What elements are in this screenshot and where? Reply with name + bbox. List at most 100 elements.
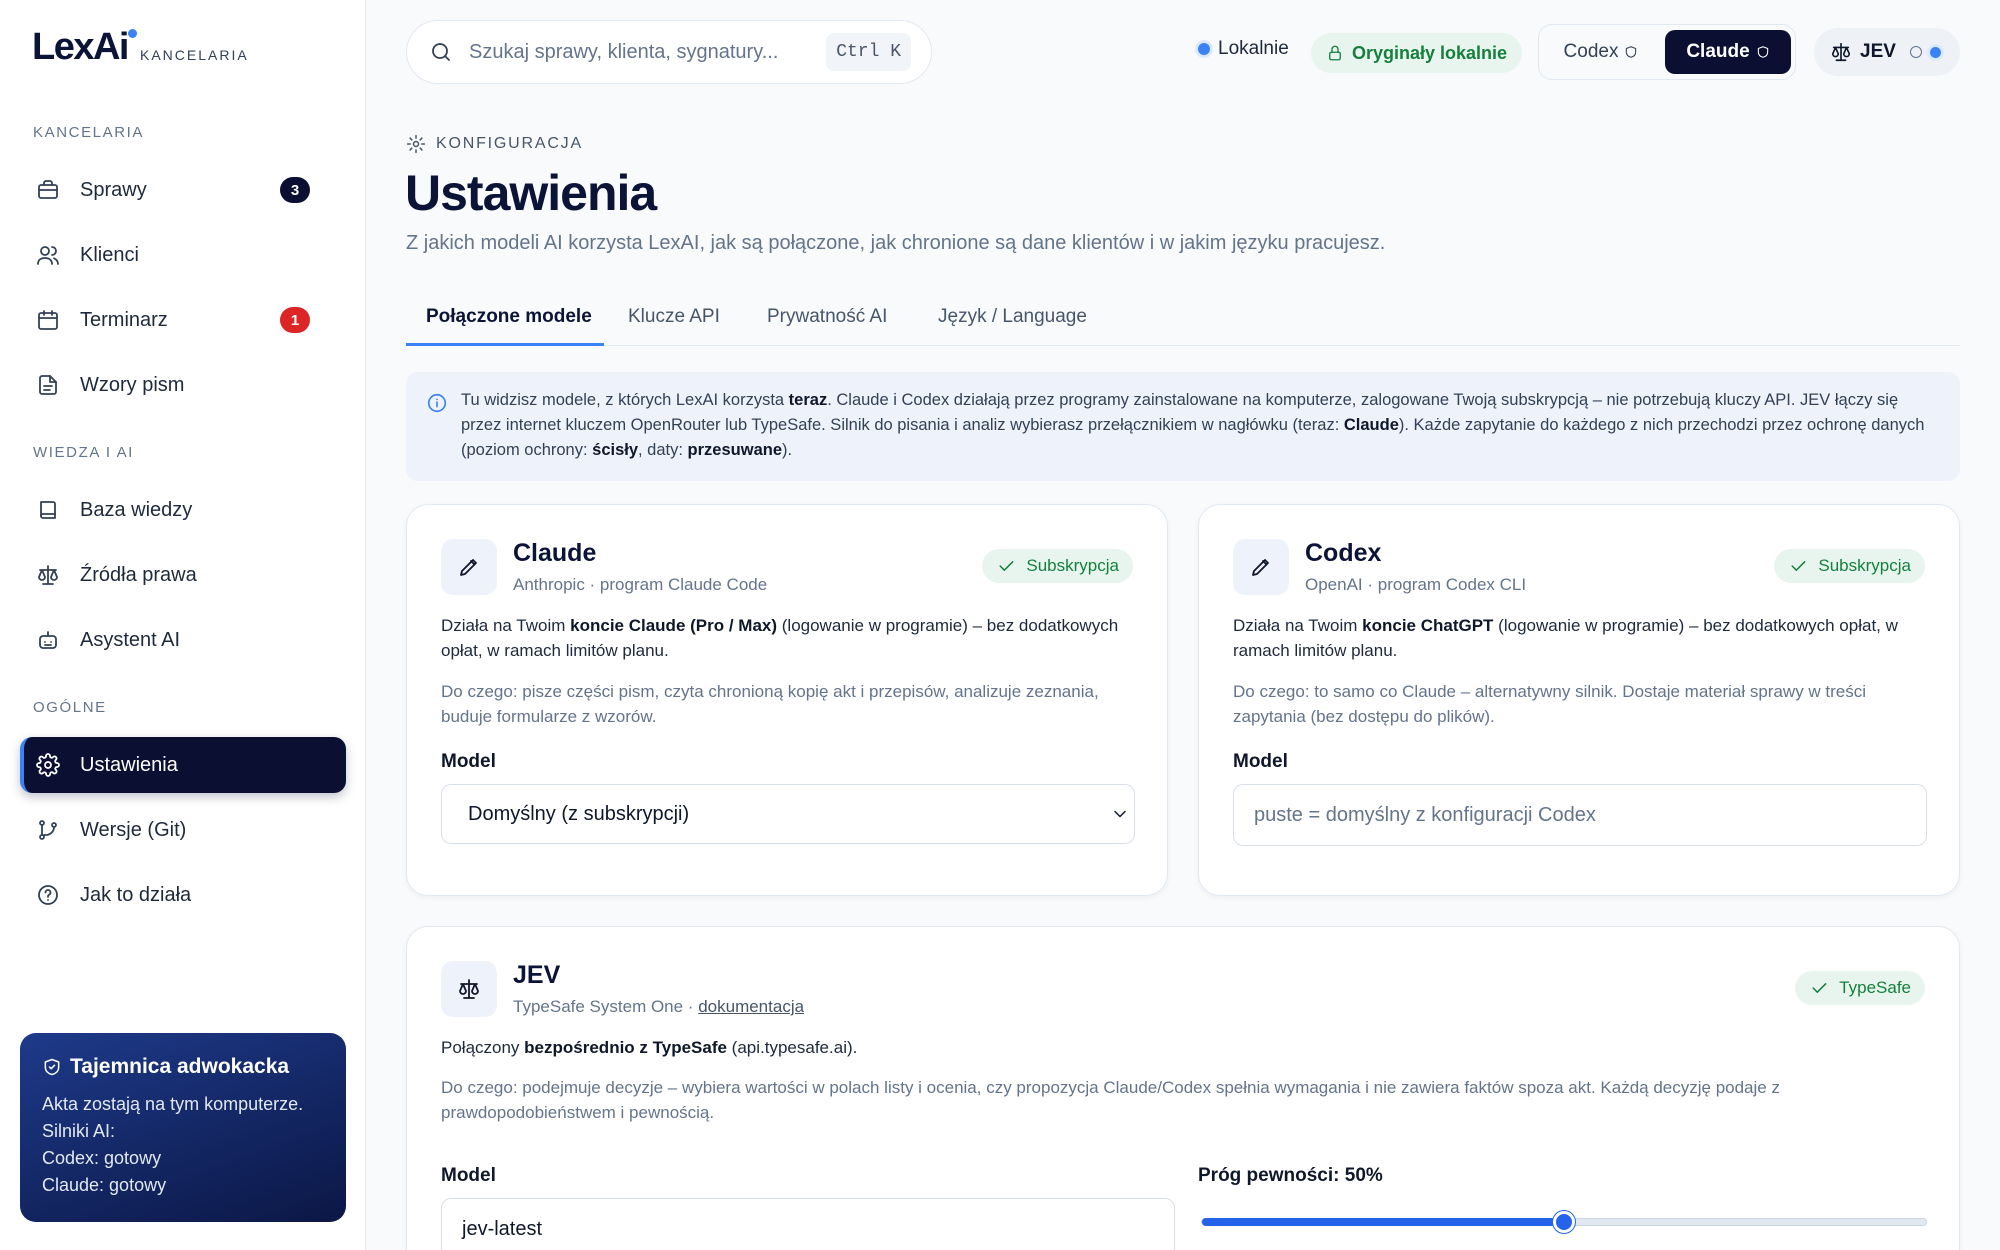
scales-icon (441, 961, 497, 1017)
users-icon (36, 243, 60, 267)
sprawy-count-badge: 3 (280, 177, 310, 203)
sidebar-item-zrodla-prawa[interactable]: Źródła prawa (20, 547, 346, 603)
pencil-icon (441, 539, 497, 595)
desc-part: Działa na Twoim (1233, 616, 1363, 635)
card-use-case: Do czego: to samo co Claude – alternatyw… (1233, 682, 1867, 726)
sidebar-item-ustawienia[interactable]: Ustawienia (20, 737, 346, 793)
status-dot (1198, 43, 1210, 55)
card-title: Claude (513, 539, 597, 567)
global-search[interactable]: Ctrl K (406, 20, 932, 84)
lock-icon (1326, 44, 1344, 62)
sidebar-item-label: Klienci (80, 243, 139, 266)
sidebar: LexAi KANCELARIA KANCELARIA Sprawy 3 Kli… (0, 0, 366, 1250)
engine-codex-button[interactable]: Codex (1545, 30, 1657, 74)
engine-switcher: Codex Claude (1538, 24, 1796, 80)
shield-icon (1909, 46, 1922, 58)
search-input[interactable] (469, 40, 809, 64)
sidebar-item-label: Wzory pism (80, 373, 185, 396)
jev-model-input[interactable]: jev-latest (441, 1198, 1175, 1250)
confidence-threshold-slider[interactable] (1201, 1211, 1927, 1233)
sidebar-item-terminarz[interactable]: Terminarz 1 (20, 292, 346, 348)
provider-text: TypeSafe System One · (513, 997, 699, 1016)
jev-status-chip[interactable]: JEV (1814, 28, 1960, 76)
engine-claude-button[interactable]: Claude (1665, 30, 1791, 74)
card-description: Działa na Twoim koncie ChatGPT (logowani… (1233, 613, 1933, 663)
section-label-kancelaria: KANCELARIA (33, 124, 145, 141)
gear-icon (36, 753, 60, 777)
input-value: jev-latest (462, 1217, 543, 1240)
pencil-icon (1233, 539, 1289, 595)
desc-part: Działa na Twoim (441, 616, 571, 635)
threshold-label: Próg pewności: 50% (1198, 1165, 1383, 1187)
chevron-down-icon (1110, 804, 1130, 824)
slider-handle[interactable] (1553, 1211, 1575, 1233)
search-icon (429, 40, 453, 64)
kicker-label: KONFIGURACJA (436, 135, 583, 152)
tab-polaczone-modele[interactable]: Połączone modele (426, 306, 592, 328)
slider-fill (1202, 1218, 1564, 1226)
sidebar-item-label: Baza wiedzy (80, 498, 193, 521)
scales-icon (1830, 41, 1852, 63)
desc-bold: bezpośrednio z TypeSafe (524, 1038, 727, 1057)
threshold-value: 50% (1344, 1165, 1383, 1186)
originals-local-label: Oryginały lokalnie (1352, 42, 1508, 63)
card-use-case: Do czego: pisze części pism, czyta chron… (441, 682, 1099, 726)
privacy-card-line: Claude: gotowy (42, 1175, 167, 1195)
info-text-bold: przesuwane (687, 441, 782, 459)
sidebar-item-label: Sprawy (80, 178, 147, 201)
privacy-status-card: Tajemnica adwokacka Akta zostają na tym … (20, 1033, 346, 1222)
status-badge: TypeSafe (1795, 971, 1925, 1005)
info-text-part: , daty: (638, 441, 688, 459)
threshold-label-text: Próg pewności: (1198, 1165, 1345, 1186)
card-provider: Anthropic · program Claude Code (513, 575, 768, 594)
sidebar-item-jak-to-dziala[interactable]: Jak to działa (20, 867, 346, 923)
desc-bold: koncie ChatGPT (1362, 616, 1494, 635)
info-icon (426, 392, 448, 414)
document-icon (36, 373, 60, 397)
desc-bold: koncie Claude (Pro / Max) (570, 616, 778, 635)
shield-check-icon (42, 1057, 62, 1077)
bot-icon (36, 628, 60, 652)
info-text-part: Tu widzisz modele, z których LexAI korzy… (461, 391, 789, 409)
active-tab-indicator (406, 343, 604, 346)
sidebar-item-baza-wiedzy[interactable]: Baza wiedzy (20, 482, 346, 538)
info-text-bold: Claude (1343, 416, 1399, 434)
status-badge: Subskrypcja (982, 549, 1133, 583)
documentation-link[interactable]: dokumentacja (698, 997, 804, 1016)
sidebar-item-wersje-git[interactable]: Wersje (Git) (20, 802, 346, 858)
info-text: Tu widzisz modele, z których LexAI korzy… (461, 391, 1924, 459)
logo-wordmark: LexAi (32, 26, 129, 68)
sidebar-item-sprawy[interactable]: Sprawy 3 (20, 162, 346, 218)
tab-klucze-api[interactable]: Klucze API (628, 306, 720, 328)
desc-part: (api.typesafe.ai). (726, 1038, 858, 1057)
status-dot (1929, 46, 1941, 58)
sidebar-item-klienci[interactable]: Klienci (20, 227, 346, 283)
app-logo[interactable]: LexAi KANCELARIA (32, 26, 249, 69)
desc-part: Połączony (441, 1038, 525, 1057)
model-field-label: Model (441, 1165, 496, 1186)
shield-icon (1756, 45, 1770, 59)
check-icon (1809, 978, 1829, 998)
help-circle-icon (36, 883, 60, 907)
settings-tabs: Połączone modele Klucze API Prywatność A… (406, 296, 1960, 346)
gear-icon (406, 134, 426, 154)
terminarz-count-badge: 1 (280, 307, 310, 333)
engine-codex-label: Codex (1563, 41, 1619, 62)
briefcase-icon (36, 178, 60, 202)
status-badge-label: Subskrypcja (1818, 556, 1911, 575)
search-shortcut-hint: Ctrl K (826, 33, 911, 71)
tab-prywatnosc-ai[interactable]: Prywatność AI (767, 306, 887, 328)
info-text-bold: teraz (788, 391, 828, 409)
tab-jezyk[interactable]: Język / Language (938, 306, 1087, 328)
sidebar-item-label: Asystent AI (80, 628, 181, 651)
codex-model-input[interactable] (1233, 784, 1927, 846)
scales-icon (36, 563, 60, 587)
sidebar-item-asystent-ai[interactable]: Asystent AI (20, 612, 346, 668)
claude-model-select[interactable]: Domyślny (z subskrypcji) (441, 784, 1135, 844)
card-description: Połączony bezpośrednio z TypeSafe (api.t… (441, 1035, 1931, 1060)
status-badge: Subskrypcja (1774, 549, 1925, 583)
card-provider: OpenAI · program Codex CLI (1305, 575, 1527, 594)
local-status-label: Lokalnie (1218, 38, 1289, 59)
select-value: Domyślny (z subskrypcji) (468, 802, 690, 825)
sidebar-item-wzory-pism[interactable]: Wzory pism (20, 357, 346, 413)
